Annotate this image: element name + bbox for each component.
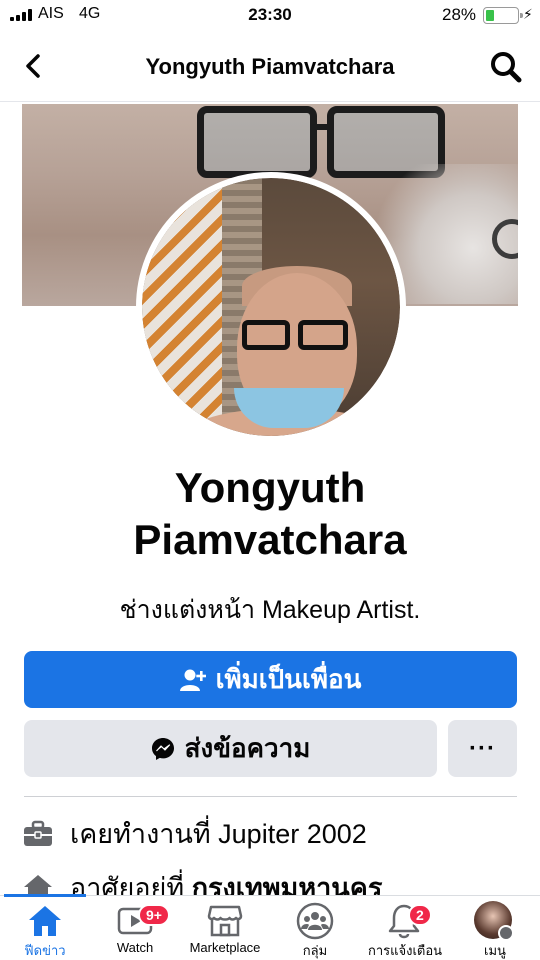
groups-icon: [296, 902, 334, 940]
tab-watch[interactable]: 9+ Watch: [90, 896, 180, 960]
tab-groups[interactable]: กลุ่ม: [270, 896, 360, 960]
more-options-icon: ···: [469, 734, 496, 762]
battery-icon: [483, 7, 523, 24]
tab-label: ฟีดข่าว: [24, 943, 66, 958]
tab-label: Watch: [116, 940, 154, 955]
tab-label: เมนู: [484, 943, 506, 958]
more-options-button[interactable]: ···: [448, 720, 517, 777]
section-divider: [24, 796, 517, 797]
add-friend-button[interactable]: เพิ่มเป็นเพื่อน: [24, 651, 517, 708]
work-text: เคยทำงานที่ Jupiter 2002: [70, 819, 367, 849]
messenger-icon: [151, 737, 174, 760]
status-bar: AIS 4G 23:30 28% ⚡: [0, 0, 540, 30]
menu-lines-icon: [498, 925, 514, 941]
message-button[interactable]: ส่งข้อความ: [24, 720, 437, 777]
tab-notifications[interactable]: 2 การแจ้งเตือน: [360, 896, 450, 960]
add-friend-icon: [179, 669, 206, 691]
home-icon: [29, 906, 61, 936]
profile-header: Yongyuth Piamvatchara: [0, 30, 540, 102]
work-info-row: เคยทำงานที่ Jupiter 2002: [22, 812, 367, 855]
chevron-left-icon[interactable]: [20, 52, 48, 80]
battery-percentage: 28%: [442, 5, 477, 24]
tab-label: การแจ้งเตือน: [367, 943, 443, 958]
message-label: ส่งข้อความ: [184, 733, 311, 763]
search-icon[interactable]: [489, 50, 523, 84]
notifications-badge: 2: [408, 904, 432, 926]
briefcase-icon: [24, 820, 52, 846]
bottom-tab-bar: ฟีดข่าว 9+ Watch Marketplace กลุ่ม 2 การ…: [0, 894, 540, 960]
tab-label: Marketplace: [189, 940, 261, 955]
tab-menu[interactable]: เมนู: [450, 896, 540, 960]
charging-icon: ⚡: [523, 6, 533, 22]
tab-news-feed[interactable]: ฟีดข่าว: [0, 896, 90, 960]
menu-avatar-icon: [474, 901, 514, 941]
tab-label: กลุ่ม: [302, 943, 328, 958]
profile-name: Yongyuth Piamvatchara: [133, 464, 407, 563]
watch-badge: 9+: [138, 904, 170, 926]
profile-picture[interactable]: [136, 172, 406, 442]
tab-marketplace[interactable]: Marketplace: [180, 896, 270, 960]
header-title: Yongyuth Piamvatchara: [145, 54, 395, 79]
add-friend-label: เพิ่มเป็นเพื่อน: [215, 664, 362, 694]
marketplace-icon: [207, 905, 243, 937]
profile-bio: ช่างแต่งหน้า Makeup Artist.: [119, 596, 421, 624]
